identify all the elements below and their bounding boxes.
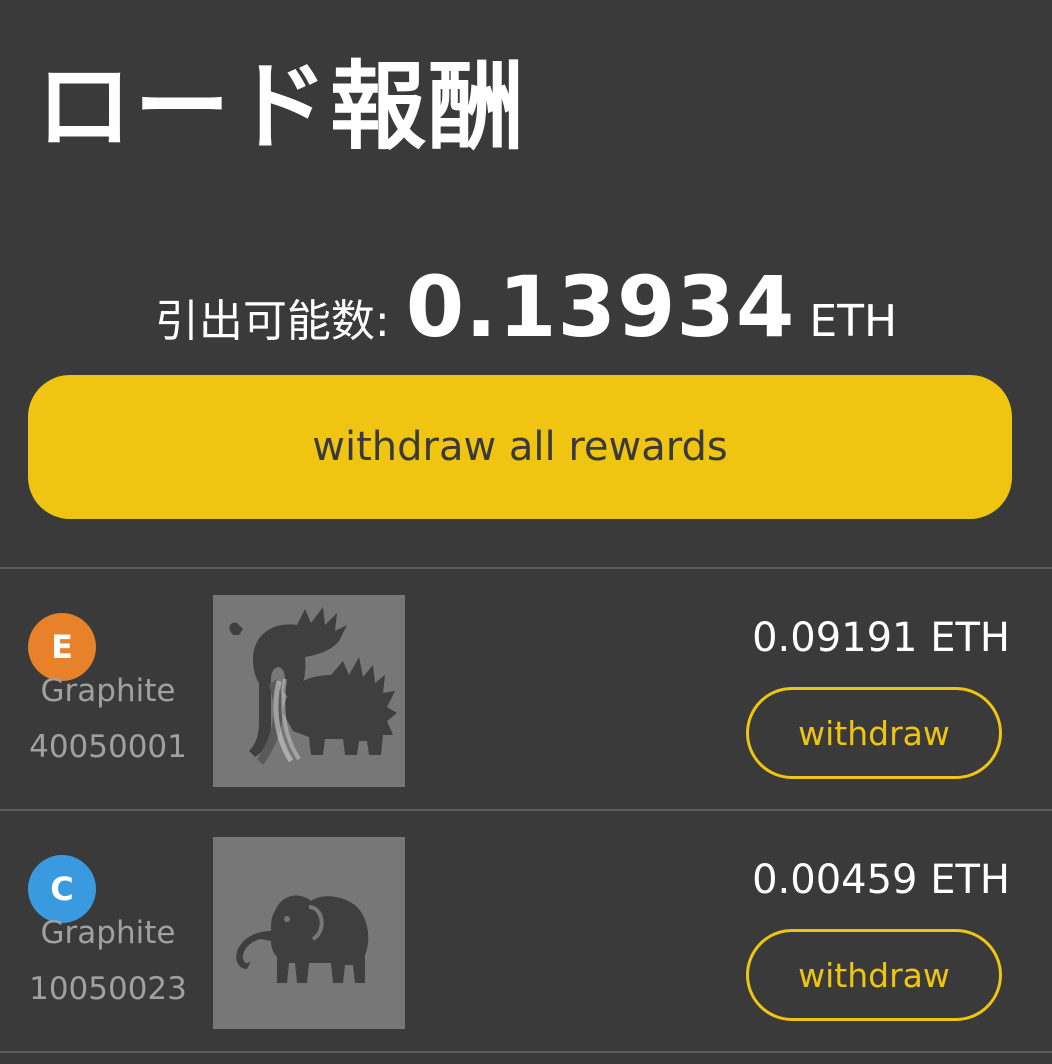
node-badge: C — [28, 855, 96, 923]
withdraw-button[interactable]: withdraw — [746, 687, 1002, 779]
node-badge: E — [28, 613, 96, 681]
balance-value: 0.13934 — [405, 258, 796, 356]
page-title: ロード報酬 — [36, 51, 526, 163]
node-type: Graphite — [40, 915, 176, 951]
node-id: 10050023 — [29, 971, 187, 1007]
reward-row: E Graphite 40050001 0.09191 ETH withdraw — [0, 569, 1052, 809]
node-thumbnail — [213, 837, 405, 1029]
withdraw-all-button[interactable]: withdraw all rewards — [28, 375, 1012, 519]
reward-row: C Graphite 10050023 0.00459 ETH withdraw — [0, 811, 1052, 1051]
elephant-icon — [236, 895, 369, 983]
reward-amount: 0.00459 ETH — [752, 857, 1010, 903]
balance-unit: ETH — [809, 296, 898, 347]
divider — [0, 1051, 1052, 1053]
withdraw-button[interactable]: withdraw — [746, 929, 1002, 1021]
node-type: Graphite — [40, 673, 176, 709]
node-id: 40050001 — [29, 729, 187, 765]
node-thumbnail — [213, 595, 405, 787]
mammoth-icon — [229, 607, 397, 765]
balance-label: 引出可能数: — [154, 296, 390, 347]
reward-amount: 0.09191 ETH — [752, 615, 1010, 661]
withdrawable-balance: 引出可能数: 0.13934 ETH — [0, 258, 1052, 356]
